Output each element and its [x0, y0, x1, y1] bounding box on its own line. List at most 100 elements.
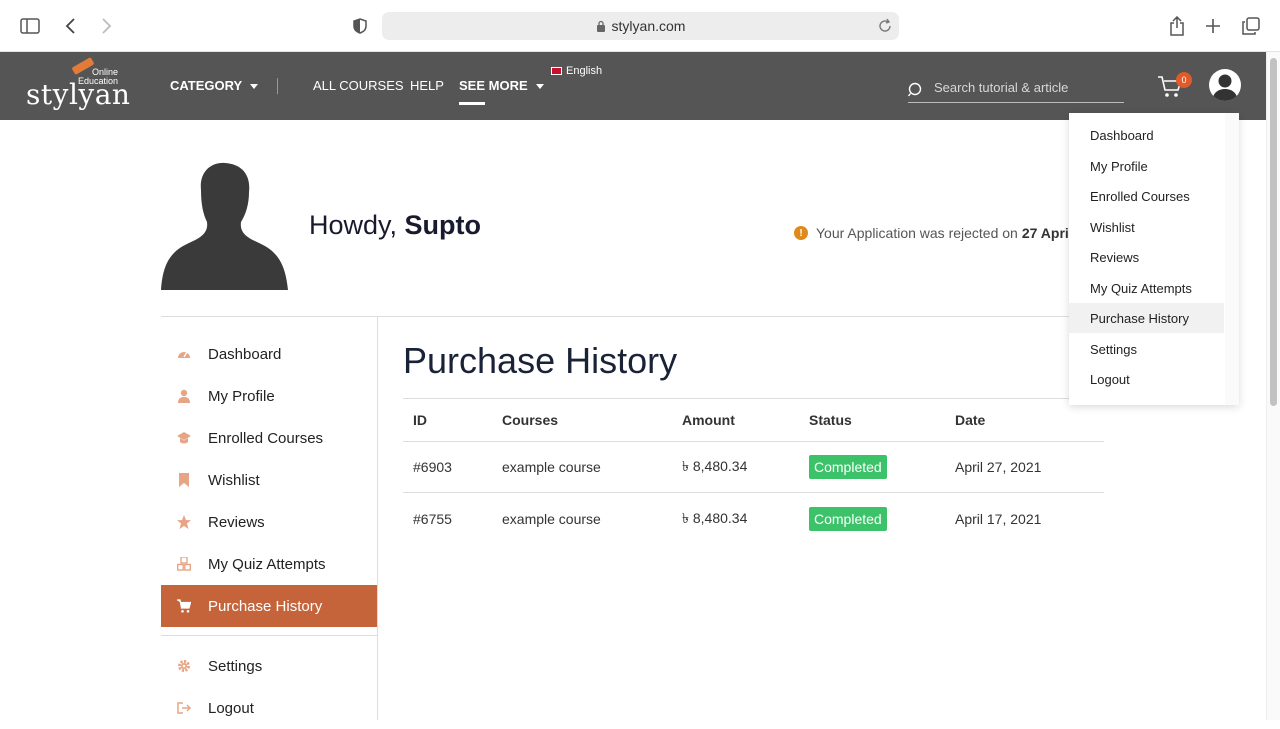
- order-amount: ৳ 8,480.34: [682, 458, 748, 474]
- course-name: example course: [502, 459, 601, 475]
- sidebar-item-label: My Quiz Attempts: [208, 555, 326, 573]
- browser-toolbar: stylyan.com: [0, 0, 1280, 52]
- sidebar-item-my-profile[interactable]: My Profile: [161, 375, 377, 417]
- order-status: Completed: [809, 493, 887, 544]
- sidebar-item-label: Purchase History: [208, 597, 323, 615]
- star-icon: [177, 515, 191, 529]
- order-date: April 17, 2021: [955, 510, 1042, 527]
- address-bar[interactable]: stylyan.com: [382, 12, 899, 40]
- dropdown-item-wishlist[interactable]: Wishlist: [1069, 212, 1224, 242]
- sidebar-item-wishlist[interactable]: Wishlist: [161, 459, 377, 501]
- profile-photo: [161, 160, 288, 290]
- nav-all-courses[interactable]: ALL COURSES: [313, 78, 404, 93]
- quiz-icon: [177, 557, 191, 571]
- column-header-amount: Amount: [682, 412, 735, 428]
- dropdown-item-purchase-history[interactable]: Purchase History: [1069, 303, 1224, 333]
- bookmark-icon: [177, 473, 191, 487]
- scrollbar-thumb[interactable]: [1270, 58, 1277, 406]
- notice-text: Your Application was rejected on: [816, 225, 1018, 241]
- cart-icon: [177, 599, 191, 613]
- sidebar-item-label: Enrolled Courses: [208, 429, 324, 447]
- search-box: [908, 70, 1124, 103]
- language-label: English: [566, 65, 603, 77]
- column-header-courses: Courses: [502, 412, 559, 428]
- sidebar-item-logout[interactable]: Logout: [161, 687, 377, 729]
- table-row: #6755 example course ৳ 8,480.34 Complete…: [403, 493, 1104, 544]
- language-switcher[interactable]: English: [551, 65, 602, 77]
- sidebar-toggle-icon[interactable]: [18, 14, 42, 38]
- user-name: Supto: [404, 210, 482, 240]
- share-icon[interactable]: [1165, 14, 1189, 38]
- user-avatar[interactable]: [1209, 69, 1241, 101]
- sidebar-item-label: Dashboard: [208, 345, 282, 363]
- sidebar-item-label: My Profile: [208, 387, 275, 405]
- graduation-cap-icon: [177, 431, 191, 445]
- new-tab-icon[interactable]: [1201, 14, 1225, 38]
- order-status: Completed: [809, 442, 887, 492]
- nav-see-more-label: SEE MORE: [459, 78, 528, 93]
- back-icon[interactable]: [59, 14, 83, 38]
- sidebar-item-label: Logout: [208, 699, 254, 717]
- lock-icon: [596, 20, 605, 32]
- url-text: stylyan.com: [611, 18, 686, 34]
- course-name: example course: [502, 510, 601, 527]
- nav-category[interactable]: CATEGORY: [170, 78, 259, 93]
- reload-icon[interactable]: [877, 18, 893, 34]
- sidebar-item-reviews[interactable]: Reviews: [161, 501, 377, 543]
- info-icon: !: [794, 226, 808, 240]
- order-id: #6903: [413, 459, 452, 475]
- site-header: Online Education stylyan CATEGORY ALL CO…: [0, 52, 1266, 120]
- column-header-date: Date: [955, 412, 986, 428]
- gear-icon: [177, 659, 191, 673]
- dropdown-item-reviews[interactable]: Reviews: [1069, 242, 1224, 272]
- logo-text: stylyan: [26, 78, 131, 111]
- page-title: Purchase History: [403, 340, 678, 381]
- dashboard-sidebar: Dashboard My Profile Enrolled Courses Wi…: [161, 333, 377, 729]
- sidebar-item-label: Settings: [208, 657, 263, 675]
- dropdown-item-settings[interactable]: Settings: [1069, 334, 1224, 364]
- sidebar-item-label: Reviews: [208, 513, 265, 531]
- status-badge: Completed: [809, 455, 887, 479]
- nav-see-more[interactable]: SEE MORE: [459, 78, 544, 93]
- order-amount: ৳ 8,480.34: [682, 509, 748, 526]
- sidebar-item-quiz-attempts[interactable]: My Quiz Attempts: [161, 543, 377, 585]
- table-header-row: ID Courses Amount Status Date: [403, 399, 1104, 442]
- dropdown-item-dashboard[interactable]: Dashboard: [1069, 120, 1224, 150]
- order-date: April 27, 2021: [955, 459, 1042, 475]
- search-input[interactable]: [934, 76, 1122, 98]
- dropdown-item-enrolled-courses[interactable]: Enrolled Courses: [1069, 181, 1224, 211]
- sidebar-item-label: Wishlist: [208, 471, 260, 489]
- sidebar-item-settings[interactable]: Settings: [161, 645, 377, 687]
- dropdown-item-logout[interactable]: Logout: [1069, 364, 1224, 394]
- nav-category-label: CATEGORY: [170, 78, 243, 93]
- caret-down-icon: [250, 84, 259, 90]
- site-logo[interactable]: Online Education stylyan: [26, 57, 130, 112]
- tabs-overview-icon[interactable]: [1239, 14, 1263, 38]
- greeting: Howdy, Supto: [309, 210, 481, 241]
- privacy-shield-icon[interactable]: [348, 14, 372, 38]
- greeting-text: Howdy,: [309, 210, 398, 240]
- sidebar-item-dashboard[interactable]: Dashboard: [161, 333, 377, 375]
- column-header-id: ID: [413, 412, 427, 428]
- table-row: #6903 example course ৳ 8,480.34 Complete…: [403, 442, 1104, 493]
- sidebar-item-purchase-history[interactable]: Purchase History: [161, 585, 377, 627]
- nav-active-underline: [459, 102, 485, 105]
- column-header-status: Status: [809, 412, 852, 428]
- sidebar-item-enrolled-courses[interactable]: Enrolled Courses: [161, 417, 377, 459]
- divider: [161, 316, 1105, 317]
- nav-help[interactable]: HELP: [410, 78, 444, 93]
- nav-divider: [277, 78, 278, 94]
- purchase-table: ID Courses Amount Status Date #6903 exam…: [403, 398, 1104, 544]
- application-notice: ! Your Application was rejected on 27 Ap…: [794, 225, 1077, 241]
- cart-count-badge: 0: [1176, 72, 1192, 88]
- user-dropdown-menu: Dashboard My Profile Enrolled Courses Wi…: [1069, 113, 1239, 405]
- page-scrollbar[interactable]: [1266, 52, 1280, 720]
- dashboard-icon: [177, 347, 191, 361]
- order-id: #6755: [413, 510, 452, 527]
- search-icon[interactable]: [908, 82, 924, 98]
- user-icon: [177, 389, 191, 403]
- dropdown-item-my-profile[interactable]: My Profile: [1069, 151, 1224, 181]
- dropdown-item-quiz-attempts[interactable]: My Quiz Attempts: [1069, 273, 1224, 303]
- uk-flag-icon: [551, 67, 562, 75]
- forward-icon[interactable]: [94, 14, 118, 38]
